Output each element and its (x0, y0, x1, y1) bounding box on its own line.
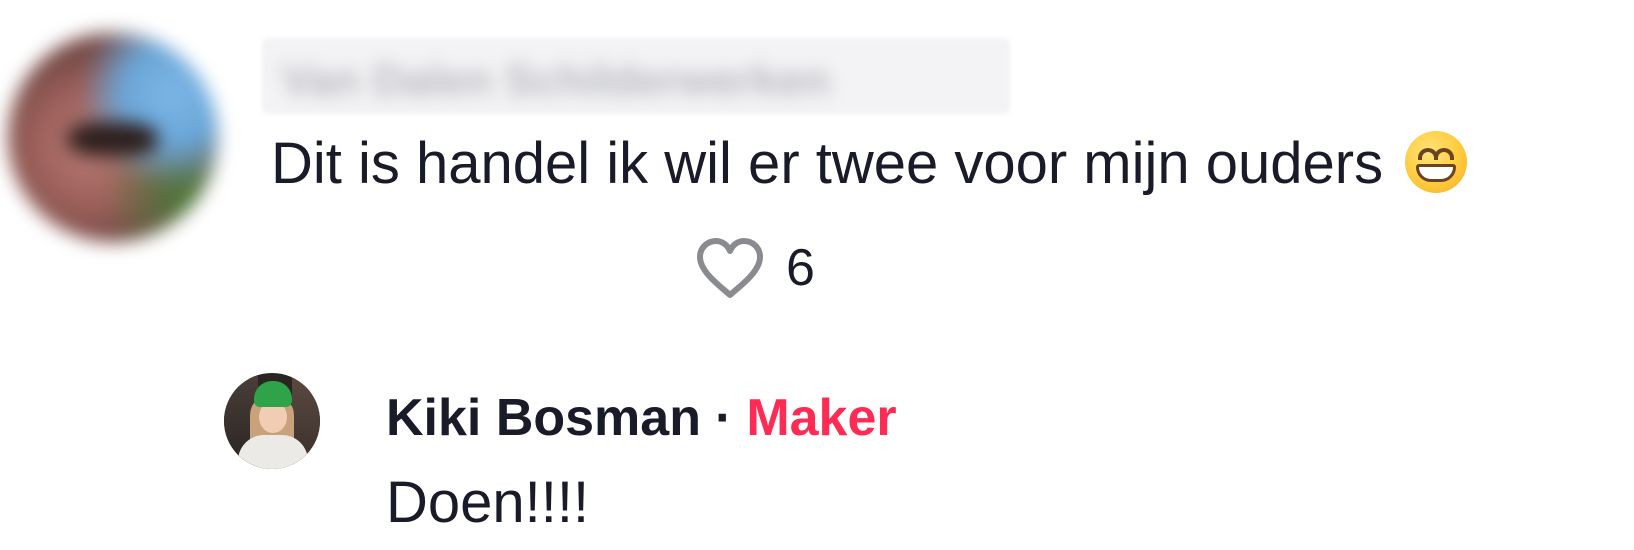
grinning-face-emoji-icon (1405, 131, 1468, 193)
reply-text: Doen!!!! (386, 470, 590, 535)
commenter-username-blurred[interactable]: Van Dalen Schilderwerken (262, 38, 1010, 114)
reply-separator: · (714, 389, 733, 447)
comment-thread: Van Dalen Schilderwerken Dit is handel i… (0, 0, 1634, 550)
like-button[interactable]: 6 (694, 235, 815, 301)
reply-author-name[interactable]: Kiki Bosman (386, 389, 701, 447)
like-count: 6 (786, 239, 815, 297)
commenter-avatar[interactable] (8, 32, 218, 242)
reply-header: Kiki Bosman · Maker (386, 388, 897, 448)
comment-text: Dit is handel ik wil er twee voor mijn o… (271, 128, 1468, 200)
reply-author-avatar[interactable] (224, 373, 320, 469)
commenter-username: Van Dalen Schilderwerken (282, 56, 830, 105)
creator-badge: Maker (746, 389, 897, 447)
comment-body: Dit is handel ik wil er twee voor mijn o… (271, 131, 1384, 196)
heart-icon[interactable] (694, 235, 766, 301)
avatar-glasses (68, 122, 158, 156)
